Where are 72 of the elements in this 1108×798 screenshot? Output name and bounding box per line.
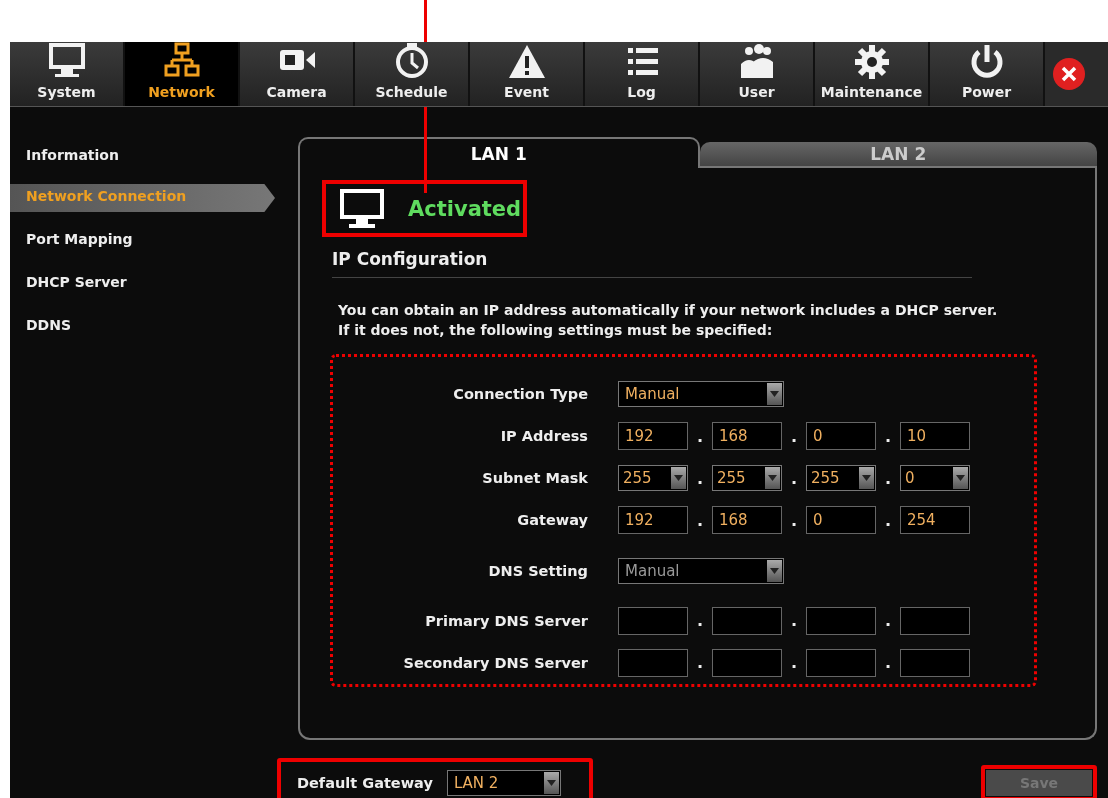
toolbar-tab[interactable]: Schedule bbox=[355, 42, 470, 106]
separator-dot: . bbox=[883, 426, 893, 446]
dropdown[interactable]: Manual bbox=[618, 381, 784, 408]
caret-icon bbox=[953, 467, 968, 490]
caret-icon bbox=[767, 559, 782, 582]
octet-dropdown[interactable]: 255 bbox=[712, 465, 782, 492]
separator-dot: . bbox=[695, 611, 705, 631]
status-text: Activated bbox=[408, 196, 522, 221]
separator-dot: . bbox=[789, 468, 799, 488]
section-title: IP Configuration bbox=[332, 249, 972, 278]
description-text: You can obtain an IP address automatically if your network includes a DHCP server. If it does not, the following settings must be specified: bbox=[338, 301, 999, 340]
octet-field[interactable]: 0 bbox=[806, 422, 876, 451]
separator-dot: . bbox=[883, 468, 893, 488]
octet-field[interactable]: 254 bbox=[900, 506, 970, 535]
octet-field[interactable]: 168 bbox=[712, 422, 782, 451]
caret-icon bbox=[765, 467, 780, 490]
separator-dot: . bbox=[789, 511, 799, 530]
separator-dot: . bbox=[695, 511, 705, 530]
sidebar-item[interactable]: Information bbox=[10, 145, 275, 167]
monitor-icon bbox=[340, 188, 384, 229]
octet-field[interactable] bbox=[806, 648, 876, 677]
octet-field[interactable]: 168 bbox=[712, 506, 782, 535]
octet-field[interactable] bbox=[806, 606, 876, 635]
field-label: Subnet Mask bbox=[481, 470, 589, 487]
separator-dot: . bbox=[789, 653, 799, 673]
octet-field[interactable]: 192 bbox=[618, 506, 688, 535]
sidebar-item[interactable]: DHCP Server bbox=[10, 272, 275, 294]
field-label: IP Address bbox=[499, 428, 589, 445]
octet-field[interactable] bbox=[900, 606, 970, 635]
separator-dot: . bbox=[789, 611, 799, 631]
octet-field[interactable] bbox=[618, 648, 688, 677]
toolbar-tab[interactable]: System bbox=[10, 42, 125, 106]
octet-dropdown[interactable]: 255 bbox=[618, 465, 688, 492]
toolbar-tab[interactable]: Log bbox=[585, 42, 700, 106]
field-label: Connection Type bbox=[452, 386, 589, 403]
dropdown[interactable]: LAN 2 bbox=[446, 770, 561, 796]
octet-dropdown[interactable]: 255 bbox=[806, 465, 876, 492]
tab[interactable]: LAN 1 bbox=[298, 137, 700, 168]
separator-dot: . bbox=[883, 611, 893, 631]
caret-icon bbox=[543, 772, 559, 794]
separator-dot: . bbox=[883, 653, 893, 673]
toolbar-tab[interactable]: Event bbox=[470, 42, 585, 106]
toolbar-tab[interactable]: Power bbox=[930, 42, 1045, 106]
toolbar-tab[interactable]: Network bbox=[125, 42, 240, 106]
toolbar-tab[interactable]: Camera bbox=[240, 42, 355, 106]
toolbar-tab[interactable]: Maintenance bbox=[815, 42, 930, 106]
octet-field[interactable] bbox=[618, 606, 688, 635]
caret-icon bbox=[671, 467, 686, 490]
octet-field[interactable] bbox=[712, 648, 782, 677]
field-label: Secondary DNS Server bbox=[402, 654, 589, 671]
close-icon[interactable] bbox=[1052, 57, 1086, 91]
field-label: Gateway bbox=[516, 512, 589, 529]
octet-field[interactable] bbox=[900, 648, 970, 677]
caret-icon bbox=[859, 467, 874, 490]
separator-dot: . bbox=[695, 426, 705, 446]
sidebar-item[interactable]: Port Mapping bbox=[10, 229, 275, 251]
sidebar-item[interactable]: DDNS bbox=[10, 315, 275, 337]
caret-icon bbox=[767, 383, 782, 406]
field-label: Primary DNS Server bbox=[424, 612, 589, 629]
octet-dropdown[interactable]: 0 bbox=[900, 465, 970, 492]
octet-field[interactable]: 10 bbox=[900, 422, 970, 451]
octet-field[interactable]: 192 bbox=[618, 422, 688, 451]
separator-dot: . bbox=[695, 468, 705, 488]
octet-field[interactable]: 0 bbox=[806, 506, 876, 535]
separator-dot: . bbox=[883, 511, 893, 530]
separator-dot: . bbox=[695, 653, 705, 673]
octet-field[interactable] bbox=[712, 606, 782, 635]
separator-dot: . bbox=[789, 426, 799, 446]
tab[interactable]: LAN 2 bbox=[699, 142, 1097, 168]
toolbar-tab[interactable]: User bbox=[700, 42, 815, 106]
field-label: DNS Setting bbox=[487, 562, 589, 579]
field-label: Default Gateway bbox=[297, 775, 433, 791]
